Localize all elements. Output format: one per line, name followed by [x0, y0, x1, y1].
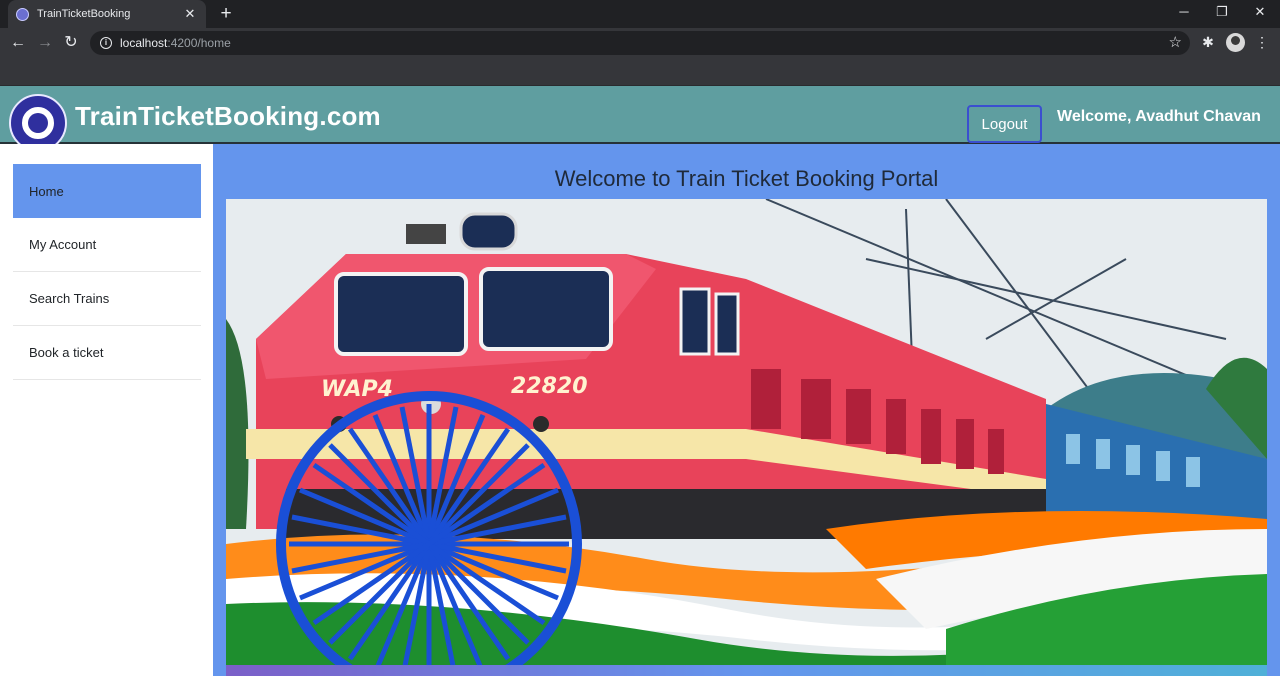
tab-title: TrainTicketBooking — [37, 8, 131, 20]
main-content: Welcome to Train Ticket Booking Portal W… — [213, 144, 1280, 676]
forward-arrow-icon[interactable]: → — [35, 33, 55, 53]
sidebar: Home My Account Search Trains Book a tic… — [0, 144, 213, 676]
site-info-icon[interactable]: i — [100, 37, 112, 49]
logo-emblem-icon — [28, 113, 48, 133]
brand-title[interactable]: TrainTicketBooking.com — [75, 101, 381, 132]
sidebar-item-book-ticket[interactable]: Book a ticket — [13, 326, 201, 380]
welcome-user-text: Welcome, Avadhut Chavan — [1057, 108, 1261, 125]
locomotive-class-text: WAP4 — [321, 377, 393, 402]
sidebar-item-label: Search Trains — [29, 291, 110, 306]
url-path: :4200/home — [167, 36, 231, 50]
logout-button[interactable]: Logout — [967, 105, 1042, 143]
app-header: TrainTicketBooking.com Logout Welcome, A… — [0, 86, 1280, 152]
address-bar[interactable]: i localhost:4200/home ☆ — [90, 31, 1190, 55]
tab-close-icon[interactable]: ✕ — [182, 6, 198, 22]
bookmark-bar — [0, 58, 1280, 86]
sidebar-item-label: Book a ticket — [29, 345, 104, 360]
profile-avatar[interactable] — [1226, 33, 1245, 52]
back-arrow-icon[interactable]: ← — [8, 33, 28, 53]
minimize-window-button[interactable]: ─ — [1174, 4, 1194, 19]
banner-bottom-strip — [226, 665, 1267, 676]
train-banner-image: WAP4 22820 — [226, 199, 1267, 665]
new-tab-button[interactable]: + — [216, 4, 236, 24]
sidebar-item-label: My Account — [29, 237, 97, 252]
bookmark-star-icon[interactable]: ☆ — [1169, 33, 1182, 51]
sidebar-item-label: Home — [29, 183, 64, 199]
sidebar-item-home[interactable]: Home — [13, 164, 201, 218]
more-menu-icon[interactable]: ⋮ — [1253, 34, 1271, 51]
browser-toolbar: ← → ↻ i localhost:4200/home ☆ ✱ ⋮ — [0, 28, 1280, 58]
locomotive-number-text: 22820 — [511, 374, 588, 399]
reload-icon[interactable]: ↻ — [61, 33, 81, 53]
page-title: Welcome to Train Ticket Booking Portal — [554, 166, 939, 191]
url-host: localhost — [120, 36, 168, 50]
extensions-puzzle-icon[interactable]: ✱ — [1199, 34, 1217, 51]
sidebar-item-search-trains[interactable]: Search Trains — [13, 272, 201, 326]
sidebar-item-my-account[interactable]: My Account — [13, 218, 201, 272]
maximize-window-button[interactable]: ❐ — [1212, 4, 1232, 20]
close-window-button[interactable]: ✕ — [1250, 4, 1270, 20]
browser-tabstrip: TrainTicketBooking ✕ + ─ ❐ ✕ — [0, 0, 1280, 28]
favicon-icon — [16, 7, 29, 21]
browser-tab[interactable]: TrainTicketBooking ✕ — [8, 0, 206, 28]
train-illustration: WAP4 22820 — [226, 199, 1267, 665]
web-page: TrainTicketBooking.com Logout Welcome, A… — [0, 86, 1280, 676]
